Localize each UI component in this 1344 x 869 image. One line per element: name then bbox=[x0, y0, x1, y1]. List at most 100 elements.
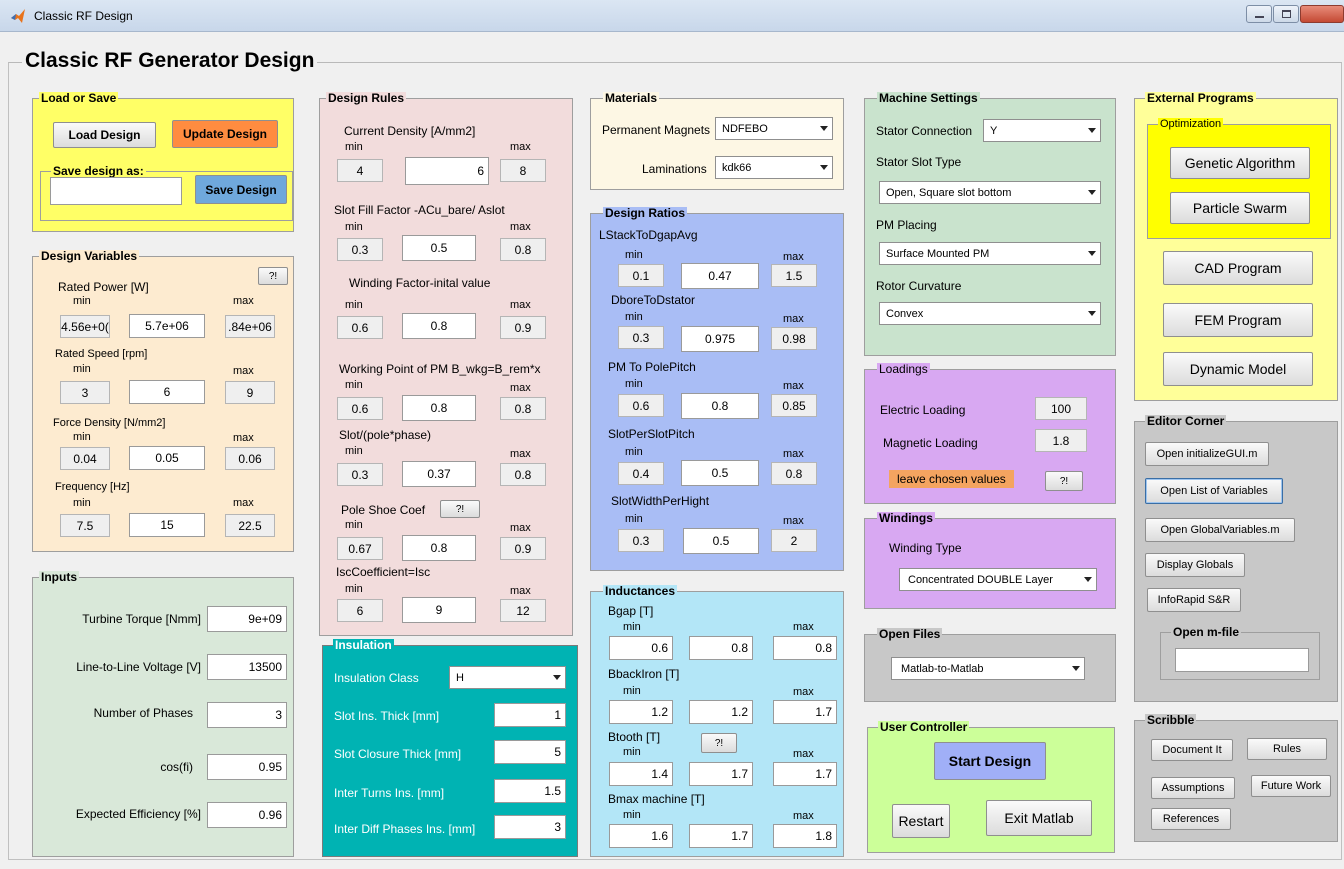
slotwidth-input[interactable]: 0.5 bbox=[683, 528, 759, 554]
pole-shoe-input[interactable]: 0.8 bbox=[402, 535, 476, 561]
min-label: min bbox=[625, 378, 643, 390]
bgap-max[interactable]: 0.8 bbox=[773, 636, 837, 660]
pm-polepitch-input[interactable]: 0.8 bbox=[681, 393, 759, 419]
turbine-torque-input[interactable]: 9e+09 bbox=[207, 606, 287, 632]
bmax-min[interactable]: 1.6 bbox=[609, 824, 673, 848]
pole-shoe-help-button[interactable]: ?! bbox=[440, 500, 480, 518]
future-work-button[interactable]: Future Work bbox=[1251, 775, 1331, 797]
stator-connection-select[interactable]: Y bbox=[983, 119, 1101, 142]
max-label: max bbox=[510, 448, 531, 460]
bgap-min[interactable]: 0.6 bbox=[609, 636, 673, 660]
fem-program-button[interactable]: FEM Program bbox=[1163, 303, 1313, 337]
min-label: min bbox=[73, 295, 91, 307]
panel-title: Windings bbox=[877, 511, 935, 525]
bmax-max[interactable]: 1.8 bbox=[773, 824, 837, 848]
exit-matlab-button[interactable]: Exit Matlab bbox=[986, 800, 1092, 836]
winding-factor-label: Winding Factor-inital value bbox=[349, 276, 491, 290]
frequency-input[interactable]: 15 bbox=[129, 513, 205, 537]
open-files-value: Matlab-to-Matlab bbox=[901, 662, 984, 675]
efficiency-input[interactable]: 0.96 bbox=[207, 802, 287, 828]
slot-fill-input[interactable]: 0.5 bbox=[402, 235, 476, 261]
btooth-min[interactable]: 1.4 bbox=[609, 762, 673, 786]
load-design-button[interactable]: Load Design bbox=[53, 122, 156, 148]
rated-power-min: 4.56e+0( bbox=[60, 315, 110, 338]
laminations-select[interactable]: kdk66 bbox=[715, 156, 833, 179]
rated-speed-min: 3 bbox=[60, 381, 110, 404]
open-global-variables-button[interactable]: Open GlobalVariables.m bbox=[1145, 518, 1295, 542]
slot-type-select[interactable]: Open, Square slot bottom bbox=[879, 181, 1101, 204]
inductances-panel: Inductances Bgap [T] min max 0.6 0.8 0.8… bbox=[590, 585, 844, 857]
max-label: max bbox=[783, 515, 804, 527]
cosfi-input[interactable]: 0.95 bbox=[207, 754, 287, 780]
magnetic-loading-value: 1.8 bbox=[1035, 429, 1087, 452]
min-label: min bbox=[625, 513, 643, 525]
force-density-input[interactable]: 0.05 bbox=[129, 446, 205, 470]
save-design-button[interactable]: Save Design bbox=[195, 175, 287, 204]
slot-pole-phase-input[interactable]: 0.37 bbox=[402, 461, 476, 487]
restart-button[interactable]: Restart bbox=[892, 804, 950, 838]
current-density-input[interactable]: 6 bbox=[405, 157, 489, 185]
winding-type-select[interactable]: Concentrated DOUBLE Layer bbox=[899, 568, 1097, 591]
document-it-button[interactable]: Document It bbox=[1151, 739, 1233, 761]
bbackiron-input[interactable]: 1.2 bbox=[689, 700, 753, 724]
loadings-help-button[interactable]: ?! bbox=[1045, 471, 1083, 491]
phases-input[interactable]: 3 bbox=[207, 702, 287, 728]
open-files-select[interactable]: Matlab-to-Matlab bbox=[891, 657, 1085, 680]
dynamic-model-button[interactable]: Dynamic Model bbox=[1163, 352, 1313, 386]
pm-select[interactable]: NDFEBO bbox=[715, 117, 833, 140]
bbackiron-min[interactable]: 1.2 bbox=[609, 700, 673, 724]
minimize-button[interactable] bbox=[1246, 5, 1272, 23]
lstack-input[interactable]: 0.47 bbox=[681, 263, 759, 289]
rules-button[interactable]: Rules bbox=[1247, 738, 1327, 760]
slot-closure-input[interactable]: 5 bbox=[494, 740, 566, 764]
open-mfile-input[interactable] bbox=[1175, 648, 1309, 672]
inforapid-button[interactable]: InfoRapid S&R bbox=[1147, 588, 1241, 612]
window-controls bbox=[1246, 5, 1344, 25]
start-design-button[interactable]: Start Design bbox=[934, 742, 1046, 780]
open-initialize-gui-button[interactable]: Open initializeGUI.m bbox=[1145, 442, 1269, 466]
min-label: min bbox=[345, 445, 363, 457]
bbackiron-max[interactable]: 1.7 bbox=[773, 700, 837, 724]
inter-turns-input[interactable]: 1.5 bbox=[494, 779, 566, 803]
btooth-max[interactable]: 1.7 bbox=[773, 762, 837, 786]
open-mfile-panel: Open m-file bbox=[1160, 626, 1320, 680]
slotperslotpitch-input[interactable]: 0.5 bbox=[681, 460, 759, 486]
slot-pole-phase-min: 0.3 bbox=[337, 463, 383, 486]
slot-ins-input[interactable]: 1 bbox=[494, 703, 566, 727]
min-label: min bbox=[345, 221, 363, 233]
genetic-algorithm-button[interactable]: Genetic Algorithm bbox=[1170, 147, 1310, 179]
inter-phases-input[interactable]: 3 bbox=[494, 815, 566, 839]
rated-power-input[interactable]: 5.7e+06 bbox=[129, 314, 205, 338]
btooth-input[interactable]: 1.7 bbox=[689, 762, 753, 786]
insulation-class-select[interactable]: H bbox=[449, 666, 566, 689]
slotperslotpitch-label: SlotPerSlotPitch bbox=[608, 427, 695, 441]
pm-placing-select[interactable]: Surface Mounted PM bbox=[879, 242, 1101, 265]
close-button[interactable] bbox=[1300, 5, 1344, 23]
isc-coefficient-input[interactable]: 9 bbox=[402, 597, 476, 623]
display-globals-button[interactable]: Display Globals bbox=[1145, 553, 1245, 577]
open-list-of-variables-button[interactable]: Open List of Variables bbox=[1145, 478, 1283, 504]
rotor-curvature-select[interactable]: Convex bbox=[879, 302, 1101, 325]
particle-swarm-button[interactable]: Particle Swarm bbox=[1170, 192, 1310, 224]
chevron-down-icon bbox=[1088, 311, 1096, 316]
bgap-input[interactable]: 0.8 bbox=[689, 636, 753, 660]
cad-program-button[interactable]: CAD Program bbox=[1163, 251, 1313, 285]
winding-factor-input[interactable]: 0.8 bbox=[402, 313, 476, 339]
design-variables-help-button[interactable]: ?! bbox=[258, 267, 288, 285]
min-label: min bbox=[345, 379, 363, 391]
maximize-button[interactable] bbox=[1273, 5, 1299, 23]
dbore-input[interactable]: 0.975 bbox=[681, 326, 759, 352]
working-point-input[interactable]: 0.8 bbox=[402, 395, 476, 421]
force-density-max: 0.06 bbox=[225, 447, 275, 470]
electric-loading-value: 100 bbox=[1035, 397, 1087, 420]
rated-speed-input[interactable]: 6 bbox=[129, 380, 205, 404]
save-as-panel: Save design as: Save Design bbox=[40, 165, 293, 221]
inductances-help-button[interactable]: ?! bbox=[701, 733, 737, 753]
assumptions-button[interactable]: Assumptions bbox=[1151, 777, 1235, 799]
references-button[interactable]: References bbox=[1151, 808, 1231, 830]
save-filename-input[interactable] bbox=[50, 177, 182, 205]
bmax-input[interactable]: 1.7 bbox=[689, 824, 753, 848]
update-design-button[interactable]: Update Design bbox=[172, 120, 278, 148]
line-voltage-input[interactable]: 13500 bbox=[207, 654, 287, 680]
min-label: min bbox=[73, 431, 91, 443]
